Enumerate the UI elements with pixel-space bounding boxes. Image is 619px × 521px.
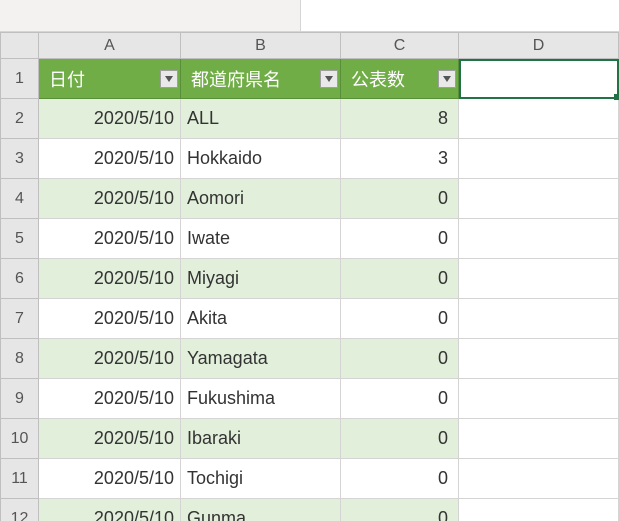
- column-header-C[interactable]: C: [341, 33, 459, 59]
- cell-C9[interactable]: 0: [341, 379, 459, 419]
- cell-C5[interactable]: 0: [341, 219, 459, 259]
- cell-A7[interactable]: 2020/5/10: [39, 299, 181, 339]
- table-header-count[interactable]: 公表数: [341, 59, 459, 99]
- row-header-3[interactable]: 3: [1, 139, 39, 179]
- cell-B3[interactable]: Hokkaido: [181, 139, 341, 179]
- cell-B9[interactable]: Fukushima: [181, 379, 341, 419]
- cell-A9[interactable]: 2020/5/10: [39, 379, 181, 419]
- cell-A6[interactable]: 2020/5/10: [39, 259, 181, 299]
- cell-C12[interactable]: 0: [341, 499, 459, 521]
- cell-C6[interactable]: 0: [341, 259, 459, 299]
- row-header-12[interactable]: 12: [1, 499, 39, 521]
- row-header-1[interactable]: 1: [1, 59, 39, 99]
- cell-B8[interactable]: Yamagata: [181, 339, 341, 379]
- cell-D11[interactable]: [459, 459, 619, 499]
- header-text-count: 公表数: [351, 70, 405, 90]
- cell-C2[interactable]: 8: [341, 99, 459, 139]
- cell-B10[interactable]: Ibaraki: [181, 419, 341, 459]
- row-header-7[interactable]: 7: [1, 299, 39, 339]
- header-text-date: 日付: [49, 70, 85, 90]
- cell-B11[interactable]: Tochigi: [181, 459, 341, 499]
- column-header-A[interactable]: A: [39, 33, 181, 59]
- filter-dropdown-icon[interactable]: [320, 70, 338, 88]
- cell-C4[interactable]: 0: [341, 179, 459, 219]
- row-header-5[interactable]: 5: [1, 219, 39, 259]
- row-header-9[interactable]: 9: [1, 379, 39, 419]
- column-header-B[interactable]: B: [181, 33, 341, 59]
- cell-B5[interactable]: Iwate: [181, 219, 341, 259]
- cell-A3[interactable]: 2020/5/10: [39, 139, 181, 179]
- filter-dropdown-icon[interactable]: [160, 70, 178, 88]
- column-header-D[interactable]: D: [459, 33, 619, 59]
- cell-C3[interactable]: 3: [341, 139, 459, 179]
- cell-A8[interactable]: 2020/5/10: [39, 339, 181, 379]
- cell-D7[interactable]: [459, 299, 619, 339]
- table-header-date[interactable]: 日付: [39, 59, 181, 99]
- table-header-pref[interactable]: 都道府県名: [181, 59, 341, 99]
- filter-dropdown-icon[interactable]: [438, 70, 456, 88]
- cell-A10[interactable]: 2020/5/10: [39, 419, 181, 459]
- cell-D5[interactable]: [459, 219, 619, 259]
- select-all-corner[interactable]: [1, 33, 39, 59]
- cell-D12[interactable]: [459, 499, 619, 521]
- cell-C7[interactable]: 0: [341, 299, 459, 339]
- cell-B6[interactable]: Miyagi: [181, 259, 341, 299]
- row-header-2[interactable]: 2: [1, 99, 39, 139]
- cell-A5[interactable]: 2020/5/10: [39, 219, 181, 259]
- cell-D10[interactable]: [459, 419, 619, 459]
- cell-D9[interactable]: [459, 379, 619, 419]
- cell-B4[interactable]: Aomori: [181, 179, 341, 219]
- formula-bar-area: [0, 0, 619, 32]
- header-text-pref: 都道府県名: [191, 70, 281, 90]
- cell-A4[interactable]: 2020/5/10: [39, 179, 181, 219]
- cell-D4[interactable]: [459, 179, 619, 219]
- cell-D3[interactable]: [459, 139, 619, 179]
- row-header-11[interactable]: 11: [1, 459, 39, 499]
- cell-C10[interactable]: 0: [341, 419, 459, 459]
- cell-A2[interactable]: 2020/5/10: [39, 99, 181, 139]
- cell-C8[interactable]: 0: [341, 339, 459, 379]
- formula-input[interactable]: [300, 0, 619, 31]
- cell-A11[interactable]: 2020/5/10: [39, 459, 181, 499]
- row-header-6[interactable]: 6: [1, 259, 39, 299]
- row-header-8[interactable]: 8: [1, 339, 39, 379]
- cell-C11[interactable]: 0: [341, 459, 459, 499]
- cell-B12[interactable]: Gunma: [181, 499, 341, 521]
- spreadsheet-viewport: A B C D 1日付都道府県名公表数22020/5/10ALL832020/5…: [0, 0, 619, 521]
- cell-D1[interactable]: [459, 59, 619, 99]
- spreadsheet-grid: A B C D 1日付都道府県名公表数22020/5/10ALL832020/5…: [0, 32, 619, 521]
- cell-B7[interactable]: Akita: [181, 299, 341, 339]
- row-header-4[interactable]: 4: [1, 179, 39, 219]
- cell-D6[interactable]: [459, 259, 619, 299]
- row-header-10[interactable]: 10: [1, 419, 39, 459]
- cell-D8[interactable]: [459, 339, 619, 379]
- cell-A12[interactable]: 2020/5/10: [39, 499, 181, 521]
- cell-D2[interactable]: [459, 99, 619, 139]
- cell-B2[interactable]: ALL: [181, 99, 341, 139]
